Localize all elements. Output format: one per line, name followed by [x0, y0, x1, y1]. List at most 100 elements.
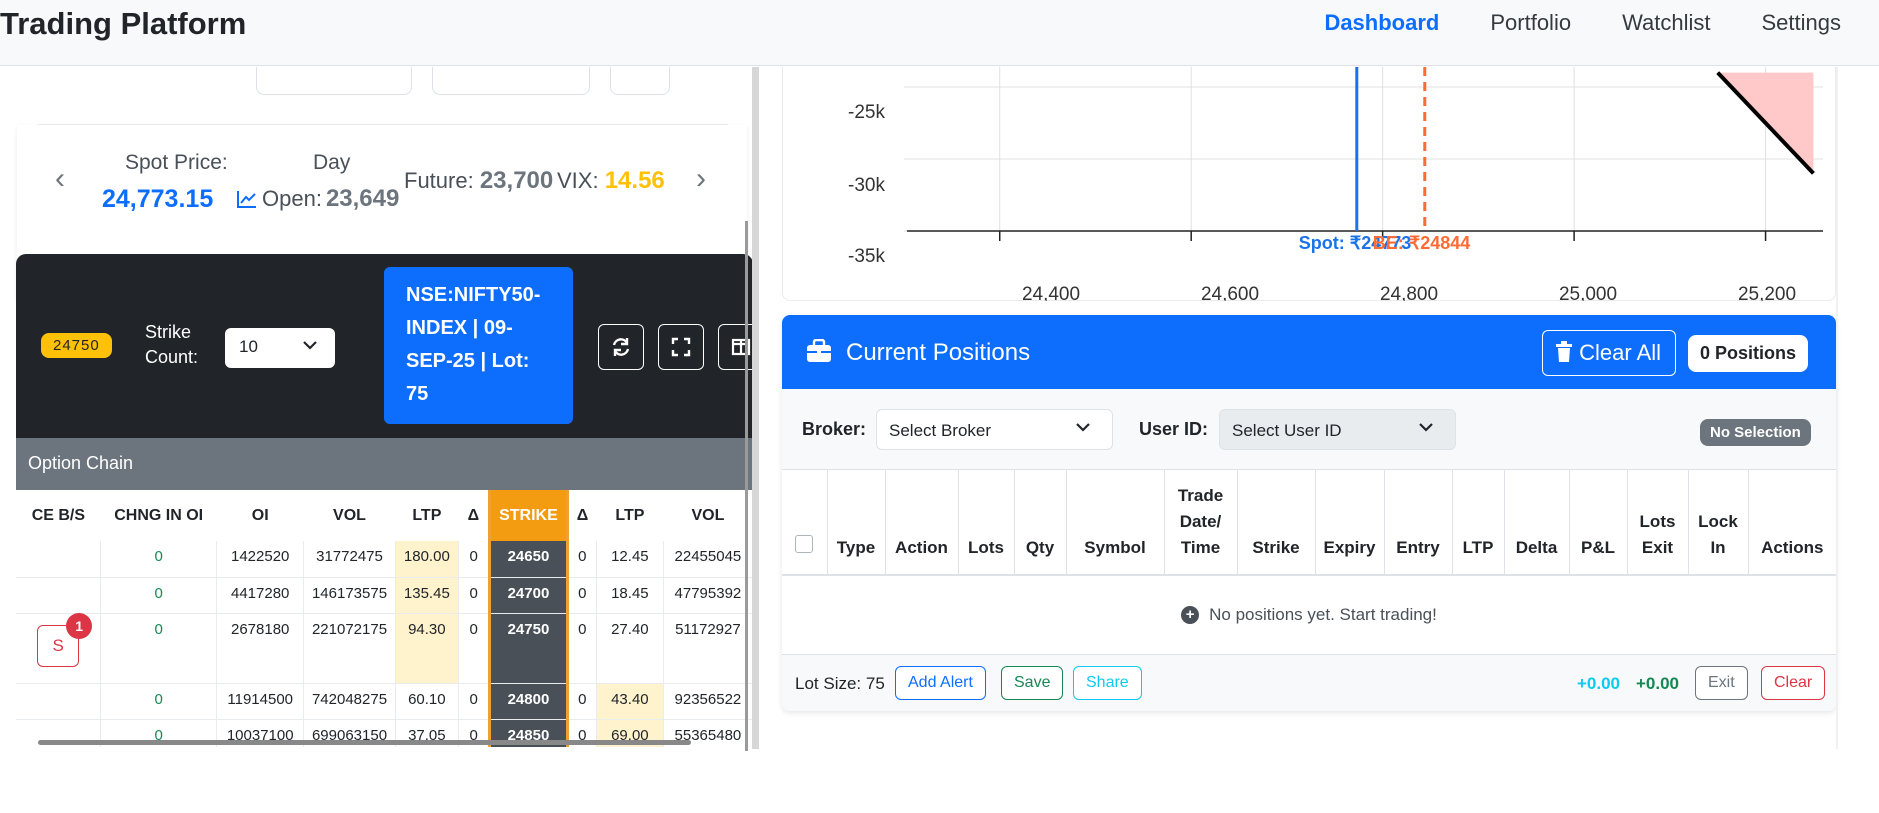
save-button[interactable]: Save	[1001, 666, 1064, 700]
pe-delta-cell: 0	[567, 613, 597, 684]
col-pe-vol[interactable]: VOL	[663, 490, 753, 541]
fullscreen-button[interactable]	[658, 324, 704, 370]
x-tick-label: 25,000	[1559, 284, 1617, 301]
col-ltp[interactable]: LTP	[395, 490, 459, 541]
ltp-cell[interactable]: 94.30	[395, 613, 460, 684]
ce-bs-cell[interactable]	[16, 577, 102, 614]
col-entry[interactable]: Entry	[1384, 469, 1453, 576]
delta-cell: 0	[458, 541, 491, 578]
col-ltp[interactable]: LTP	[1452, 469, 1505, 576]
chng-oi-cell: 0	[100, 683, 218, 720]
total-pnl-value: +0.00	[1577, 674, 1621, 693]
nav-watchlist[interactable]: Watchlist	[1622, 10, 1710, 36]
strike-count-select[interactable]: 10	[225, 328, 335, 368]
col-vol[interactable]: VOL	[303, 490, 396, 541]
ce-bs-cell[interactable]: S 1	[16, 612, 102, 684]
col-pe-ltp[interactable]: LTP	[596, 490, 664, 541]
pe-ltp-cell[interactable]: 12.45	[596, 541, 664, 578]
future-label: Future:	[404, 168, 474, 193]
oi-cell: 11914500	[216, 683, 305, 720]
col-delta[interactable]: Delta	[1504, 469, 1570, 576]
col-pnl[interactable]: P&L	[1569, 469, 1628, 576]
panel-resize-handle[interactable]	[752, 67, 759, 749]
ltp-cell[interactable]: 180.00	[395, 541, 460, 578]
exit-button[interactable]: Exit	[1695, 666, 1748, 700]
symbol-info-button[interactable]: NSE:NIFTY50-INDEX | 09-SEP-25 | Lot: 75	[384, 267, 573, 424]
nav-portfolio[interactable]: Portfolio	[1490, 10, 1571, 36]
broker-select[interactable]: Select Broker	[876, 409, 1113, 450]
col-pe-delta[interactable]: Δ	[567, 490, 597, 541]
table-row[interactable]: 0 1422520 31772475 180.00 0 24650 0 12.4…	[16, 541, 753, 578]
chng-oi-cell: 0	[100, 541, 218, 578]
horizontal-scrollbar[interactable]	[38, 740, 691, 745]
breakeven-annotation: BE: ₹24844	[1373, 233, 1471, 253]
user-id-select[interactable]: Select User ID	[1219, 409, 1456, 450]
ghost-tab[interactable]	[432, 67, 590, 95]
add-alert-button[interactable]: Add Alert	[895, 666, 986, 700]
future-price: Future: 23,700	[404, 167, 553, 195]
ce-bs-cell[interactable]	[16, 683, 102, 720]
open-label: Open:	[262, 186, 322, 211]
table-row[interactable]: S 1 0 2678180 221072175 94.30 0 24750 0 …	[16, 612, 753, 684]
col-ce-bs[interactable]: CE B/S	[16, 490, 101, 541]
col-symbol[interactable]: Symbol	[1066, 469, 1165, 576]
refresh-button[interactable]	[598, 324, 644, 370]
vol-cell: 742048275	[303, 683, 396, 720]
clear-all-button[interactable]: Clear All	[1542, 330, 1676, 376]
share-button[interactable]: Share	[1073, 666, 1142, 700]
table-row[interactable]: 0 4417280 146173575 135.45 0 24700 0 18.…	[16, 577, 753, 614]
col-action[interactable]: Action	[885, 469, 959, 576]
oi-cell: 2678180	[216, 613, 305, 684]
table-row[interactable]: 0 11914500 742048275 60.10 0 24800 0 43.…	[16, 683, 753, 720]
col-type[interactable]: Type	[827, 469, 886, 576]
ghost-tab[interactable]	[610, 67, 670, 95]
select-all-cell[interactable]	[782, 469, 828, 576]
option-chain-grid: CE B/S CHNG IN OI OI VOL LTP Δ STRIKE Δ …	[16, 490, 753, 747]
nav-settings[interactable]: Settings	[1762, 10, 1842, 36]
sell-button[interactable]: S 1	[37, 612, 93, 667]
col-expiry[interactable]: Expiry	[1315, 469, 1385, 576]
selection-status-badge: No Selection	[1700, 419, 1811, 446]
col-chng-oi[interactable]: CHNG IN OI	[100, 490, 217, 541]
col-strike[interactable]: Strike	[1237, 469, 1316, 576]
ce-bs-cell[interactable]	[16, 541, 102, 578]
clear-button[interactable]: Clear	[1761, 666, 1826, 700]
select-all-checkbox[interactable]	[795, 534, 814, 553]
ltp-cell[interactable]: 135.45	[395, 577, 460, 614]
brand-title[interactable]: Trading Platform	[0, 6, 246, 42]
x-tick-label: 24,800	[1380, 284, 1438, 301]
ghost-tab[interactable]	[256, 67, 412, 95]
vix-label: VIX:	[557, 168, 599, 193]
col-oi[interactable]: OI	[216, 490, 304, 541]
pe-ltp-cell[interactable]: 27.40	[596, 613, 664, 684]
chevron-right-icon[interactable]: ›	[696, 162, 706, 196]
pe-ltp-cell[interactable]: 43.40	[596, 683, 664, 720]
chevron-left-icon[interactable]: ‹	[55, 162, 65, 196]
chain-controls-bar: 24750 Strike Count: 10 NSE:NIFTY50-INDEX…	[16, 254, 762, 438]
refresh-icon	[612, 338, 630, 356]
col-strike[interactable]: STRIKE	[488, 490, 569, 541]
ltp-cell[interactable]: 60.10	[395, 683, 460, 720]
top-navbar: Trading Platform Dashboard Portfolio Wat…	[0, 0, 1879, 66]
user-id-label: User ID:	[1139, 419, 1209, 439]
open-value: 23,649	[325, 185, 400, 212]
chevron-down-icon	[301, 336, 319, 359]
vertical-scrollbar[interactable]	[745, 221, 748, 751]
strike-cell: 24650	[488, 541, 569, 578]
col-qty[interactable]: Qty	[1014, 469, 1067, 576]
nav-dashboard[interactable]: Dashboard	[1324, 10, 1439, 36]
chng-oi-cell: 0	[100, 577, 218, 614]
positions-card: Current Positions Clear All 0 Positions …	[782, 315, 1836, 711]
positions-title: Current Positions	[846, 339, 1031, 366]
chevron-down-icon	[1417, 418, 1435, 441]
col-lock-in[interactable]: Lock In	[1688, 469, 1749, 576]
chevron-down-icon	[1074, 418, 1092, 441]
briefcase-icon	[807, 339, 831, 362]
col-actions[interactable]: Actions	[1748, 469, 1836, 576]
col-trade-date-time[interactable]: Trade Date/ Time	[1164, 469, 1238, 576]
col-lots[interactable]: Lots	[958, 469, 1015, 576]
col-lots-exit[interactable]: Lots Exit	[1627, 469, 1689, 576]
pe-ltp-cell[interactable]: 18.45	[596, 577, 664, 614]
col-delta[interactable]: Δ	[458, 490, 490, 541]
pe-vol-cell: 47795392	[663, 577, 753, 614]
